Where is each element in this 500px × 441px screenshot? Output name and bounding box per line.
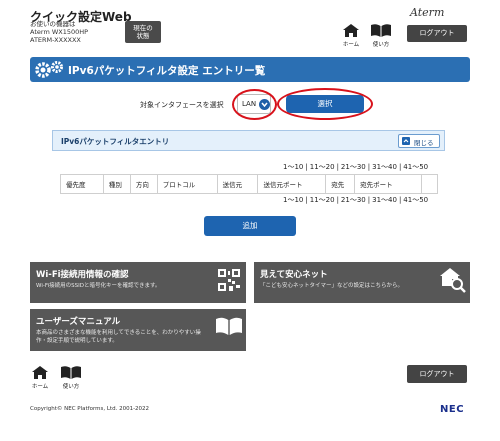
page-link[interactable]: 11～20 — [310, 163, 335, 171]
pager-separator: | — [367, 196, 371, 204]
home-nav[interactable]: ホーム — [340, 24, 362, 48]
interface-select-value: LAN — [242, 100, 257, 108]
page-link[interactable]: 21～30 — [341, 196, 366, 204]
table-header-row: 優先度 種別 方向 プロトコル 送信元 送信元ポート 宛先 宛先ポート — [60, 174, 439, 194]
collapse-button[interactable]: 閉じる — [398, 134, 440, 148]
chevron-down-icon — [259, 99, 270, 110]
pager-separator: | — [398, 196, 402, 204]
wifi-tile-desc: Wi-Fi接続用のSSIDと暗号化キーを確認できます。 — [36, 283, 161, 289]
pager-separator: | — [305, 196, 308, 204]
chevron-up-icon — [402, 137, 410, 145]
page-link[interactable]: 1～10 — [283, 196, 303, 204]
pager-separator: | — [367, 163, 371, 171]
column-header: 送信元 — [216, 174, 259, 194]
pager-bottom: 1～10 | 11～20 | 21～30 | 31～40 | 41～50 — [282, 195, 429, 205]
home-icon — [343, 24, 359, 37]
column-header: 宛先ポート — [354, 174, 422, 194]
footer-manual-label: 使い方 — [62, 384, 80, 390]
safe-net-tile[interactable]: 見えて安心ネット 「こども安心ネットタイマー」などの設定はこちらから。 — [254, 262, 470, 303]
wifi-info-tile[interactable]: Wi-Fi接続用情報の確認 Wi-Fi接続用のSSIDと暗号化キーを確認できます… — [30, 262, 246, 303]
entry-panel-title: IPv6パケットフィルタエントリ — [61, 137, 170, 146]
book-icon — [371, 24, 391, 37]
column-header: 種別 — [102, 174, 131, 194]
footer-home-nav[interactable]: ホーム — [30, 366, 50, 390]
page-title-bar: IPv6パケットフィルタ設定 エントリー覧 — [30, 57, 470, 82]
footer-logout-button[interactable]: ログアウト — [407, 365, 467, 383]
device-id: ATERM-XXXXXX — [30, 36, 81, 44]
interface-label: 対象インタフェースを選択 — [140, 101, 224, 109]
add-button[interactable]: 追加 — [204, 216, 296, 236]
page-link[interactable]: 41～50 — [403, 196, 428, 204]
column-header — [420, 174, 439, 194]
footer-manual-nav[interactable]: 使い方 — [58, 366, 84, 390]
page-link[interactable]: 1～10 — [283, 163, 303, 171]
page-link[interactable]: 11～20 — [310, 196, 335, 204]
manual-tile-desc-line2: 作・設定手順で説明しています。 — [36, 338, 118, 344]
gear-icon — [35, 61, 63, 78]
footer-home-label: ホーム — [31, 384, 49, 390]
nec-logo: NEC — [440, 404, 465, 415]
safe-tile-desc: 「こども安心ネットタイマー」などの設定はこちらから。 — [260, 283, 404, 289]
user-manual-tile[interactable]: ユーザーズマニュアル 本商品のさまざまな機能を利用してできることを、わかりやすい… — [30, 309, 246, 351]
open-book-icon — [216, 317, 242, 335]
column-header: 方向 — [129, 174, 158, 194]
column-header: 宛先 — [325, 174, 356, 194]
interface-select[interactable]: LAN — [237, 94, 271, 114]
logout-button[interactable]: ログアウト — [407, 25, 467, 42]
home-icon — [32, 366, 48, 379]
manual-tile-desc-line1: 本商品のさまざまな機能を利用してできることを、わかりやすい操 — [36, 330, 201, 336]
aterm-logo: Aterm — [410, 6, 445, 19]
manual-nav[interactable]: 使い方 — [368, 24, 394, 48]
pager-separator: | — [398, 163, 402, 171]
pager-separator: | — [305, 163, 308, 171]
page-link[interactable]: 31～40 — [372, 163, 397, 171]
qr-code-icon — [218, 269, 240, 291]
wifi-tile-title: Wi-Fi接続用情報の確認 — [36, 270, 129, 280]
header: クイック設定Web お使いの機器は Aterm WX1500HP ATERM-X… — [0, 0, 500, 52]
pager-top: 1～10 | 11～20 | 21～30 | 31～40 | 41～50 — [282, 162, 429, 172]
page-title: IPv6パケットフィルタ設定 エントリー覧 — [68, 65, 266, 77]
page-link[interactable]: 31～40 — [372, 196, 397, 204]
status-button-line2: 状態 — [136, 32, 150, 40]
pager-separator: | — [336, 163, 339, 171]
page-link[interactable]: 41～50 — [403, 163, 428, 171]
book-icon — [61, 366, 81, 379]
status-button-line1: 現在の — [133, 24, 153, 32]
manual-nav-label: 使い方 — [372, 42, 390, 48]
column-header: 優先度 — [60, 174, 104, 194]
device-intro: お使いの機器は — [30, 20, 76, 28]
page-link[interactable]: 21～30 — [341, 163, 366, 171]
entries-table: 優先度 種別 方向 プロトコル 送信元 送信元ポート 宛先 宛先ポート — [60, 174, 439, 194]
select-button[interactable]: 選択 — [286, 95, 364, 113]
copyright: Copyright© NEC Platforms, Ltd. 2001-2022 — [30, 406, 150, 412]
pager-separator: | — [336, 196, 339, 204]
manual-tile-title: ユーザーズマニュアル — [36, 317, 121, 327]
manual-tile-desc: 本商品のさまざまな機能を利用してできることを、わかりやすい操 作・設定手順で説明… — [36, 329, 201, 345]
collapse-button-label: 閉じる — [414, 139, 434, 147]
column-header: プロトコル — [156, 174, 218, 194]
safe-tile-title: 見えて安心ネット — [260, 270, 328, 280]
home-nav-label: ホーム — [342, 42, 360, 48]
entry-panel-header: IPv6パケットフィルタエントリ 閉じる — [52, 130, 445, 151]
device-model: Aterm WX1500HP — [30, 28, 89, 36]
column-header: 送信元ポート — [257, 174, 327, 194]
current-status-button[interactable]: 現在の 状態 — [125, 21, 161, 43]
house-search-icon — [440, 268, 466, 293]
